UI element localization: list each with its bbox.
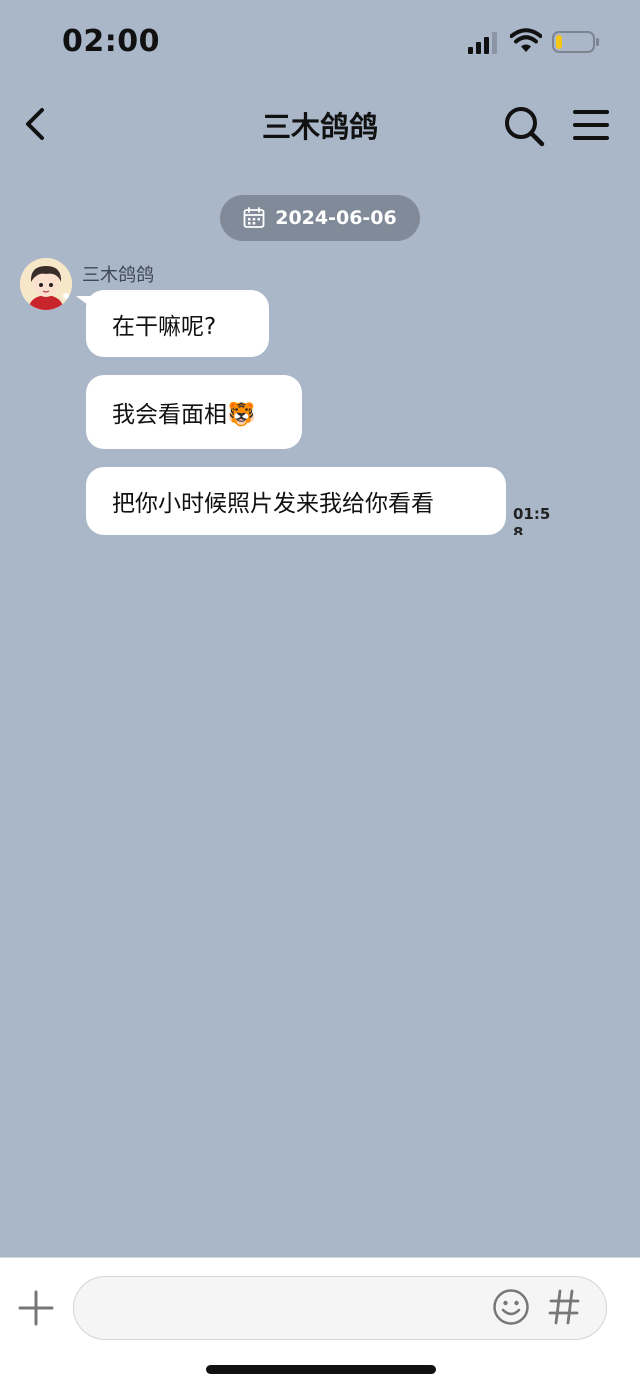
home-indicator xyxy=(206,1365,436,1374)
wifi-icon xyxy=(510,28,542,52)
message-bubble[interactable]: 我会看面相🐯 xyxy=(86,375,302,449)
plus-icon[interactable] xyxy=(18,1290,54,1326)
smiley-icon[interactable] xyxy=(492,1288,530,1326)
search-icon[interactable] xyxy=(502,104,546,148)
input-bar xyxy=(0,1257,640,1388)
cellular-signal-icon xyxy=(468,32,497,54)
avatar[interactable] xyxy=(20,258,72,310)
calendar-icon xyxy=(243,207,265,228)
message-text: 我会看面相🐯 xyxy=(112,402,256,428)
status-bar: 02:00 xyxy=(0,0,640,85)
date-label: 2024-06-06 xyxy=(275,207,397,229)
sender-name: 三木鸽鸽 xyxy=(82,265,154,286)
hamburger-menu-icon[interactable] xyxy=(572,106,610,144)
message-bubble[interactable]: 在干嘛呢? xyxy=(86,290,269,357)
message-bubble[interactable]: 把你小时候照片发来我给你看看 xyxy=(86,467,506,535)
hashtag-icon[interactable] xyxy=(547,1288,581,1326)
message-timestamp: 01:58 xyxy=(513,505,551,535)
battery-low-icon xyxy=(552,31,599,53)
status-time: 02:00 xyxy=(62,24,160,59)
chat-title: 三木鸽鸽 xyxy=(261,110,378,144)
message-text: 把你小时候照片发来我给你看看 xyxy=(112,491,434,517)
chat-header: 三木鸽鸽 xyxy=(0,90,640,160)
message-text: 在干嘛呢? xyxy=(112,313,217,340)
date-pill: 2024-06-06 xyxy=(220,195,420,241)
chevron-left-icon[interactable] xyxy=(18,104,54,144)
avatar-cartoon-boy xyxy=(20,258,72,310)
